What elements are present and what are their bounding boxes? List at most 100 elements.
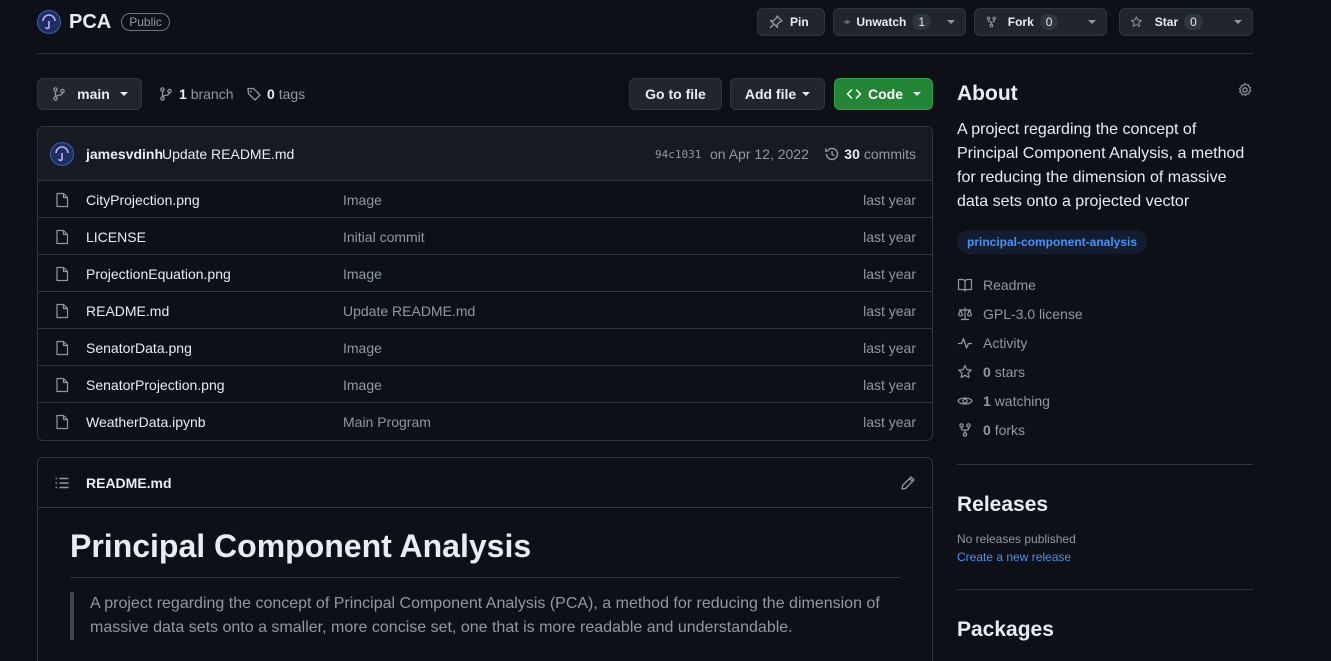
readme-link-label: Readme (983, 277, 1036, 293)
gear-icon[interactable] (1237, 82, 1253, 98)
fork-button[interactable]: Fork 0 (974, 8, 1107, 36)
sidebar-divider (957, 589, 1253, 590)
pin-button[interactable]: Pin (757, 8, 825, 36)
star-icon (958, 364, 972, 379)
create-release-link[interactable]: Create a new release (957, 550, 1253, 564)
branch-name: main (77, 86, 110, 102)
chevron-down-icon[interactable] (1088, 20, 1096, 24)
chevron-down-icon[interactable] (947, 20, 955, 24)
fork-icon (986, 16, 996, 28)
code-label: Code (868, 86, 903, 102)
file-age: last year (863, 266, 916, 282)
file-name[interactable]: CityProjection.png (86, 192, 200, 208)
file-icon (56, 414, 69, 430)
activity-link[interactable]: Activity (957, 335, 1027, 351)
file-age: last year (863, 192, 916, 208)
packages-title[interactable]: Packages (957, 618, 1253, 642)
file-icon (56, 229, 69, 245)
list-icon[interactable] (54, 475, 70, 491)
tags-link[interactable]: 0 tags (246, 86, 305, 102)
file-name[interactable]: SenatorData.png (86, 340, 192, 356)
umbrella-icon (55, 146, 69, 162)
star-button[interactable]: Star 0 (1119, 8, 1253, 36)
readme-blockquote: A project regarding the concept of Princ… (70, 592, 900, 640)
owner-avatar[interactable] (37, 10, 61, 34)
pencil-icon[interactable] (900, 475, 916, 491)
pin-label: Pin (790, 15, 809, 29)
file-row[interactable]: WeatherData.ipynb Main Program last year (38, 403, 932, 440)
repo-title: PCA Public (37, 10, 170, 34)
file-icon (56, 266, 69, 282)
unwatch-count: 1 (912, 14, 932, 30)
readme-link[interactable]: Readme (957, 277, 1036, 293)
file-name[interactable]: LICENSE (86, 229, 146, 245)
file-commit-message[interactable]: Update README.md (343, 303, 475, 319)
readme-heading: Principal Component Analysis (70, 528, 900, 578)
commit-author[interactable]: jamesvdinh (86, 146, 163, 162)
visibility-badge: Public (121, 13, 170, 31)
watching-link[interactable]: 1 watching (957, 393, 1050, 409)
branches-label: branch (190, 86, 234, 102)
file-icon (56, 340, 69, 356)
file-row[interactable]: ProjectionEquation.png Image last year (38, 255, 932, 292)
commit-message[interactable]: Update README.md (162, 146, 294, 162)
unwatch-label: Unwatch (856, 15, 907, 29)
fork-icon (959, 423, 971, 437)
topic-tag[interactable]: principal-component-analysis (957, 230, 1148, 254)
file-row[interactable]: CityProjection.png Image last year (38, 181, 932, 218)
file-commit-message[interactable]: Initial commit (343, 229, 425, 245)
commit-date: on Apr 12, 2022 (710, 146, 809, 162)
file-commit-message[interactable]: Image (343, 340, 382, 356)
tag-icon (247, 87, 261, 101)
file-commit-message[interactable]: Image (343, 377, 382, 393)
chevron-down-icon[interactable] (1234, 20, 1242, 24)
pulse-icon (958, 337, 972, 349)
forks-link[interactable]: 0 forks (957, 422, 1025, 438)
file-name[interactable]: SenatorProjection.png (86, 377, 225, 393)
stars-link[interactable]: 0 stars (957, 364, 1025, 380)
branch-icon (160, 87, 172, 101)
law-icon (957, 307, 973, 321)
code-button[interactable]: Code (834, 78, 933, 110)
readme-filename[interactable]: README.md (86, 475, 172, 491)
watching-label: watching (994, 393, 1050, 409)
code-icon (846, 89, 862, 99)
file-commit-message[interactable]: Image (343, 266, 382, 282)
file-row[interactable]: SenatorData.png Image last year (38, 329, 932, 366)
file-row[interactable]: SenatorProjection.png Image last year (38, 366, 932, 403)
chevron-down-icon (119, 92, 128, 96)
unwatch-button[interactable]: Unwatch 1 (833, 8, 966, 36)
file-name[interactable]: README.md (86, 303, 169, 319)
file-commit-message[interactable]: Image (343, 192, 382, 208)
stars-count: 0 (983, 364, 991, 380)
file-name[interactable]: ProjectionEquation.png (86, 266, 231, 282)
branches-link[interactable]: 1 branch (158, 86, 234, 102)
add-file-button[interactable]: Add file (730, 78, 825, 110)
pin-icon (769, 15, 783, 29)
branch-icon (53, 87, 65, 101)
chevron-down-icon (913, 92, 921, 96)
activity-label: Activity (983, 335, 1028, 351)
commit-author-avatar[interactable] (50, 142, 74, 166)
branch-selector[interactable]: main (37, 78, 142, 110)
file-icon (56, 192, 69, 208)
repo-name[interactable]: PCA (69, 11, 111, 34)
commits-link[interactable]: 30 commits (824, 146, 916, 162)
releases-title[interactable]: Releases (957, 493, 1253, 517)
commit-sha[interactable]: 94c1031 (655, 148, 701, 161)
go-to-file-button[interactable]: Go to file (629, 78, 722, 110)
file-name[interactable]: WeatherData.ipynb (86, 414, 206, 430)
file-commit-message[interactable]: Main Program (343, 414, 431, 430)
watching-count: 1 (983, 393, 991, 409)
latest-commit: jamesvdinh Update README.md 94c1031 on A… (38, 127, 932, 181)
file-row[interactable]: LICENSE Initial commit last year (38, 218, 932, 255)
tags-count: 0 (267, 86, 275, 102)
readme-header: README.md (38, 458, 932, 508)
commits-label: commits (863, 146, 916, 162)
about-title: About (957, 82, 1018, 105)
fork-count: 0 (1039, 14, 1059, 30)
file-row[interactable]: README.md Update README.md last year (38, 292, 932, 329)
branches-count: 1 (179, 86, 187, 102)
license-link[interactable]: GPL-3.0 license (957, 306, 1083, 322)
book-icon (957, 278, 973, 292)
